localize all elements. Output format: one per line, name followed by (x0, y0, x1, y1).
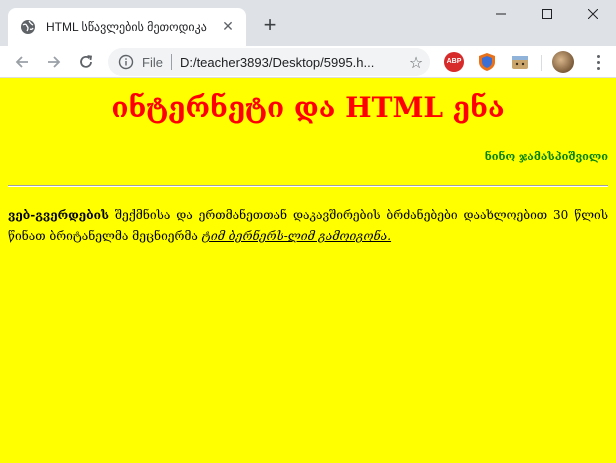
minimize-icon (496, 13, 506, 15)
maximize-button[interactable] (524, 0, 570, 28)
title-bar: HTML სწავლების მეთოდიკა ✕ + (0, 0, 616, 46)
paragraph-bold-term: ვებ-გვერდების (8, 208, 110, 222)
address-scheme: File (142, 54, 163, 70)
browser-tab[interactable]: HTML სწავლების მეთოდიკა ✕ (8, 8, 246, 46)
paragraph-italic-name: ტიმ ბერნერს-ლიმ გამოიგონა. (201, 229, 392, 243)
back-arrow-icon (15, 56, 28, 68)
forward-arrow-icon (48, 56, 61, 68)
maximize-icon (542, 9, 552, 19)
close-icon (588, 9, 598, 19)
page-title: ინტერნეტი და HTML ენა (111, 91, 505, 124)
menu-dot-icon (596, 66, 600, 70)
page-viewport: ინტერნეტი და HTML ენა ნინო ჯამასპიშვილი … (0, 78, 616, 463)
profile-avatar[interactable] (552, 51, 574, 73)
menu-dot-icon (596, 60, 600, 64)
address-bar[interactable]: File D:/teacher3893/Desktop/5995.h... ☆ (108, 48, 430, 76)
tab-title: HTML სწავლების მეთოდიკა (46, 20, 207, 34)
globe-icon (21, 20, 35, 34)
shield-extension-icon[interactable] (477, 52, 497, 72)
bookmark-star-icon[interactable]: ☆ (402, 53, 430, 72)
intro-paragraph: ვებ-გვერდების შექმნისა და ერთმანეთთან და… (8, 205, 608, 247)
reload-button[interactable] (74, 50, 98, 74)
browser-menu-button[interactable] (590, 53, 606, 71)
author-name: ნინო ჯამასპიშვილი (484, 150, 608, 163)
close-window-button[interactable] (570, 0, 616, 28)
new-tab-button[interactable]: + (258, 14, 282, 38)
box-extension-icon[interactable] (510, 52, 530, 72)
toolbar-divider (541, 55, 542, 71)
forward-button[interactable] (42, 50, 66, 74)
minimize-button[interactable] (478, 0, 524, 28)
back-button[interactable] (10, 50, 34, 74)
reload-icon (80, 55, 93, 68)
info-icon[interactable] (118, 54, 134, 70)
horizontal-rule (8, 185, 608, 187)
menu-dot-icon (596, 54, 600, 58)
adblock-extension-icon[interactable]: ABP (444, 52, 464, 72)
tab-close-icon[interactable]: ✕ (220, 19, 236, 35)
browser-toolbar: File D:/teacher3893/Desktop/5995.h... ☆ … (0, 46, 616, 78)
address-url[interactable]: D:/teacher3893/Desktop/5995.h... (180, 55, 402, 70)
address-separator (170, 54, 172, 70)
